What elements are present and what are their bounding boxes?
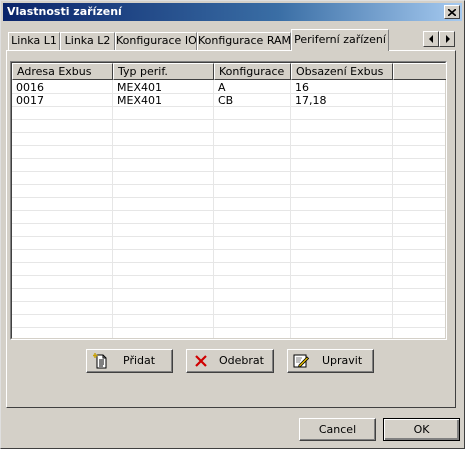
edit-button[interactable]: Upravit: [287, 349, 374, 373]
add-document-icon: [93, 353, 107, 369]
grid-line: [12, 132, 445, 133]
cell-obsazeni: 17,18: [295, 94, 327, 107]
tab-konfigurace-ram[interactable]: Konfigurace RAM: [197, 32, 291, 50]
grid-line: [12, 223, 445, 224]
peripheral-list[interactable]: Adresa Exbus Typ perif. Konfigurace Obsa…: [10, 61, 447, 340]
cell-typ: MEX401: [117, 81, 162, 94]
add-button-label: Přidat: [123, 354, 156, 367]
tab-label: Konfigurace IO: [116, 34, 197, 47]
close-icon: [448, 8, 456, 16]
close-button[interactable]: [444, 5, 460, 19]
remove-button-label: Odebrat: [219, 354, 264, 367]
window-title: Vlastnosti zařízení: [7, 5, 122, 18]
active-tab-joint: [292, 50, 387, 52]
header-label: Obsazení Exbus: [296, 65, 384, 78]
tab-label: Linka L1: [11, 34, 57, 47]
grid-line: [12, 184, 445, 185]
tab-label: Periferní zařízení: [294, 33, 386, 46]
grid-line: [12, 288, 445, 289]
cell-konfigurace: A: [218, 81, 226, 94]
column-header-empty: [393, 63, 446, 80]
title-bar[interactable]: Vlastnosti zařízení: [3, 3, 462, 21]
red-x-icon: [195, 355, 207, 367]
cell-adresa: 0017: [16, 94, 44, 107]
grid-line: [12, 301, 445, 302]
grid-line: [12, 119, 445, 120]
arrow-right-icon: [445, 35, 450, 43]
grid-line: [12, 249, 445, 250]
grid-line: [12, 262, 445, 263]
cell-typ: MEX401: [117, 94, 162, 107]
grid-line: [12, 327, 445, 328]
add-button[interactable]: Přidat: [86, 349, 173, 373]
grid-line: [12, 158, 445, 159]
grid-line: [12, 236, 445, 237]
column-header-typ-perif[interactable]: Typ perif.: [113, 63, 214, 80]
grid-line: [12, 275, 445, 276]
tab-linka-l1[interactable]: Linka L1: [8, 32, 60, 50]
header-label: Konfigurace: [219, 65, 285, 78]
header-label: Adresa Exbus: [17, 65, 92, 78]
tab-label: Linka L2: [64, 34, 111, 47]
arrow-left-icon: [428, 35, 433, 43]
edit-pencil-icon: [293, 354, 309, 368]
grid-line: [12, 210, 445, 211]
header-label: Typ perif.: [118, 65, 168, 78]
tab-label: Konfigurace RAM: [198, 34, 292, 47]
tab-scroll-right-button[interactable]: [439, 31, 455, 47]
grid-line: [12, 145, 445, 146]
table-row[interactable]: 0017 MEX401 CB 17,18: [12, 94, 445, 107]
column-header-adresa-exbus[interactable]: Adresa Exbus: [12, 63, 113, 80]
column-header-obsazeni-exbus[interactable]: Obsazení Exbus: [291, 63, 393, 80]
table-row[interactable]: 0016 MEX401 A 16: [12, 81, 445, 94]
column-header-konfigurace[interactable]: Konfigurace: [214, 63, 291, 80]
tab-konfigurace-io[interactable]: Konfigurace IO: [115, 32, 197, 50]
remove-button[interactable]: Odebrat: [186, 349, 274, 373]
grid-line: [12, 314, 445, 315]
cancel-button-label: Cancel: [318, 423, 357, 436]
ok-button[interactable]: OK: [383, 418, 460, 441]
cell-adresa: 0016: [16, 81, 44, 94]
cell-obsazeni: 16: [295, 81, 309, 94]
grid-line: [12, 197, 445, 198]
cell-konfigurace: CB: [218, 94, 234, 107]
list-inner: Adresa Exbus Typ perif. Konfigurace Obsa…: [11, 62, 446, 339]
grid-line: [12, 171, 445, 172]
cancel-button[interactable]: Cancel: [299, 418, 376, 441]
ok-button-label: OK: [413, 423, 430, 436]
tab-linka-l2[interactable]: Linka L2: [60, 32, 115, 50]
tab-scroll-left-button[interactable]: [423, 31, 439, 47]
tab-periferni-zarizeni[interactable]: Periferní zařízení: [291, 29, 389, 51]
edit-button-label: Upravit: [322, 354, 363, 367]
